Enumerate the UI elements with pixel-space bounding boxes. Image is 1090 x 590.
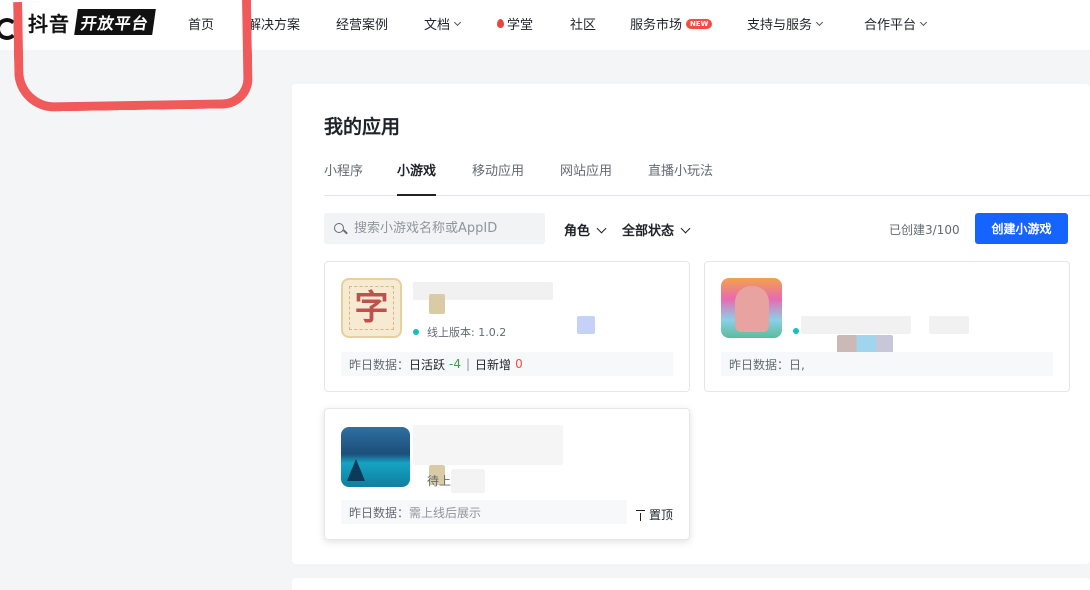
tree-icon xyxy=(347,459,365,481)
nav-item-solutions[interactable]: 解决方案 xyxy=(248,14,300,33)
tab-mobile-app[interactable]: 移动应用 xyxy=(472,160,524,179)
nav-item-community[interactable]: 社区 xyxy=(570,14,596,33)
tab-website-app[interactable]: 网站应用 xyxy=(560,160,612,179)
app-icon xyxy=(721,278,782,338)
app-card[interactable]: 待上 昨日数据： 需上线后展示 置顶 xyxy=(324,408,690,540)
nav-label: 支持与服务 xyxy=(747,18,813,33)
nav-label: 服务市场 xyxy=(630,18,683,33)
chevron-down-icon xyxy=(815,18,824,26)
created-count: 已创建3/100 xyxy=(889,223,960,237)
role-filter-label: 角色 xyxy=(564,224,591,239)
app-stats: 昨日数据： 日活跃 -4 | 日新增 0 xyxy=(341,352,673,376)
redacted-app-name xyxy=(413,425,563,465)
online-status-dot xyxy=(793,328,799,334)
chevron-down-icon xyxy=(680,223,691,233)
nav-item-marketplace[interactable]: 服务市场 NEW xyxy=(630,14,713,33)
nav-label: 解决方案 xyxy=(248,18,301,33)
nav-label: 社区 xyxy=(570,18,597,33)
stats-label: 昨日数据： xyxy=(349,505,410,520)
app-stats: 昨日数据：日, xyxy=(721,352,1053,376)
redacted-block xyxy=(451,469,485,493)
new-badge: NEW xyxy=(686,18,713,29)
redacted-block xyxy=(929,316,969,334)
create-mini-game-button[interactable]: 创建小游戏 xyxy=(975,213,1068,244)
online-status-dot xyxy=(413,329,419,335)
redacted-block xyxy=(577,316,595,334)
daily-active-label: 日活跃 xyxy=(409,357,446,372)
status-filter-label: 全部状态 xyxy=(622,224,675,239)
version-text: 线上版本: 1.0.2 xyxy=(427,326,507,339)
daily-new-value: 0 xyxy=(515,357,523,371)
douyin-logo-icon xyxy=(0,8,18,40)
nav-item-academy[interactable]: 学堂 xyxy=(497,14,533,33)
pawn-figure-icon xyxy=(735,286,769,332)
nav-item-cases[interactable]: 经营案例 xyxy=(336,14,388,33)
tab-mini-game[interactable]: 小游戏 xyxy=(397,160,437,196)
app-card[interactable]: 昨日数据：日, xyxy=(704,261,1070,392)
nav-label: 经营案例 xyxy=(336,18,389,33)
app-status: 待上 xyxy=(427,474,452,488)
nav-item-partners[interactable]: 合作平台 xyxy=(864,14,928,33)
chevron-down-icon xyxy=(453,18,462,26)
app-stats: 昨日数据： 需上线后展示 xyxy=(341,500,627,524)
tab-live-interactive[interactable]: 直播小玩法 xyxy=(648,160,713,179)
role-filter-dropdown[interactable]: 角色 xyxy=(564,220,607,239)
app-card[interactable]: 字 线上版本: 1.0.2 昨日数据： 日活跃 -4 | 日新增 0 xyxy=(324,261,690,392)
pin-top-icon xyxy=(635,509,645,521)
redacted-app-name xyxy=(801,316,911,334)
nav-label: 学堂 xyxy=(507,18,534,33)
pin-to-top-button[interactable]: 置顶 xyxy=(635,506,673,523)
redacted-block xyxy=(837,335,893,353)
stats-label: 昨日数据：日, xyxy=(729,357,805,372)
nav-label: 文档 xyxy=(424,18,451,33)
page-title: 我的应用 xyxy=(324,116,401,138)
nav-item-docs[interactable]: 文档 xyxy=(424,14,462,33)
app-type-tabs: 小程序 小游戏 移动应用 网站应用 直播小玩法 xyxy=(324,160,1090,196)
tab-mini-program[interactable]: 小程序 xyxy=(324,160,363,179)
nav-item-support[interactable]: 支持与服务 xyxy=(747,14,824,33)
stats-label: 昨日数据： xyxy=(349,357,410,372)
search-box xyxy=(324,213,545,244)
redacted-block xyxy=(429,294,445,314)
daily-new-label: 日新增 xyxy=(475,357,512,372)
lower-panel xyxy=(292,578,1090,590)
app-icon: 字 xyxy=(341,278,402,338)
icon-character: 字 xyxy=(354,288,389,328)
my-apps-panel: 我的应用 小程序 小游戏 移动应用 网站应用 直播小玩法 角色 全部状态 已创建… xyxy=(292,84,1090,564)
status-filter-dropdown[interactable]: 全部状态 xyxy=(622,220,691,239)
flame-icon xyxy=(497,19,504,28)
chevron-down-icon xyxy=(919,18,928,26)
stats-value: 需上线后展示 xyxy=(409,505,482,520)
search-icon xyxy=(334,222,346,235)
divider: | xyxy=(466,357,471,371)
search-input[interactable] xyxy=(354,221,539,236)
nav-label: 合作平台 xyxy=(864,18,917,33)
daily-active-value: -4 xyxy=(449,357,461,371)
pin-label: 置顶 xyxy=(648,508,673,522)
app-icon xyxy=(341,427,410,487)
red-annotation-mark xyxy=(13,0,253,113)
chevron-down-icon xyxy=(596,223,607,233)
app-version: 线上版本: 1.0.2 xyxy=(413,324,506,340)
